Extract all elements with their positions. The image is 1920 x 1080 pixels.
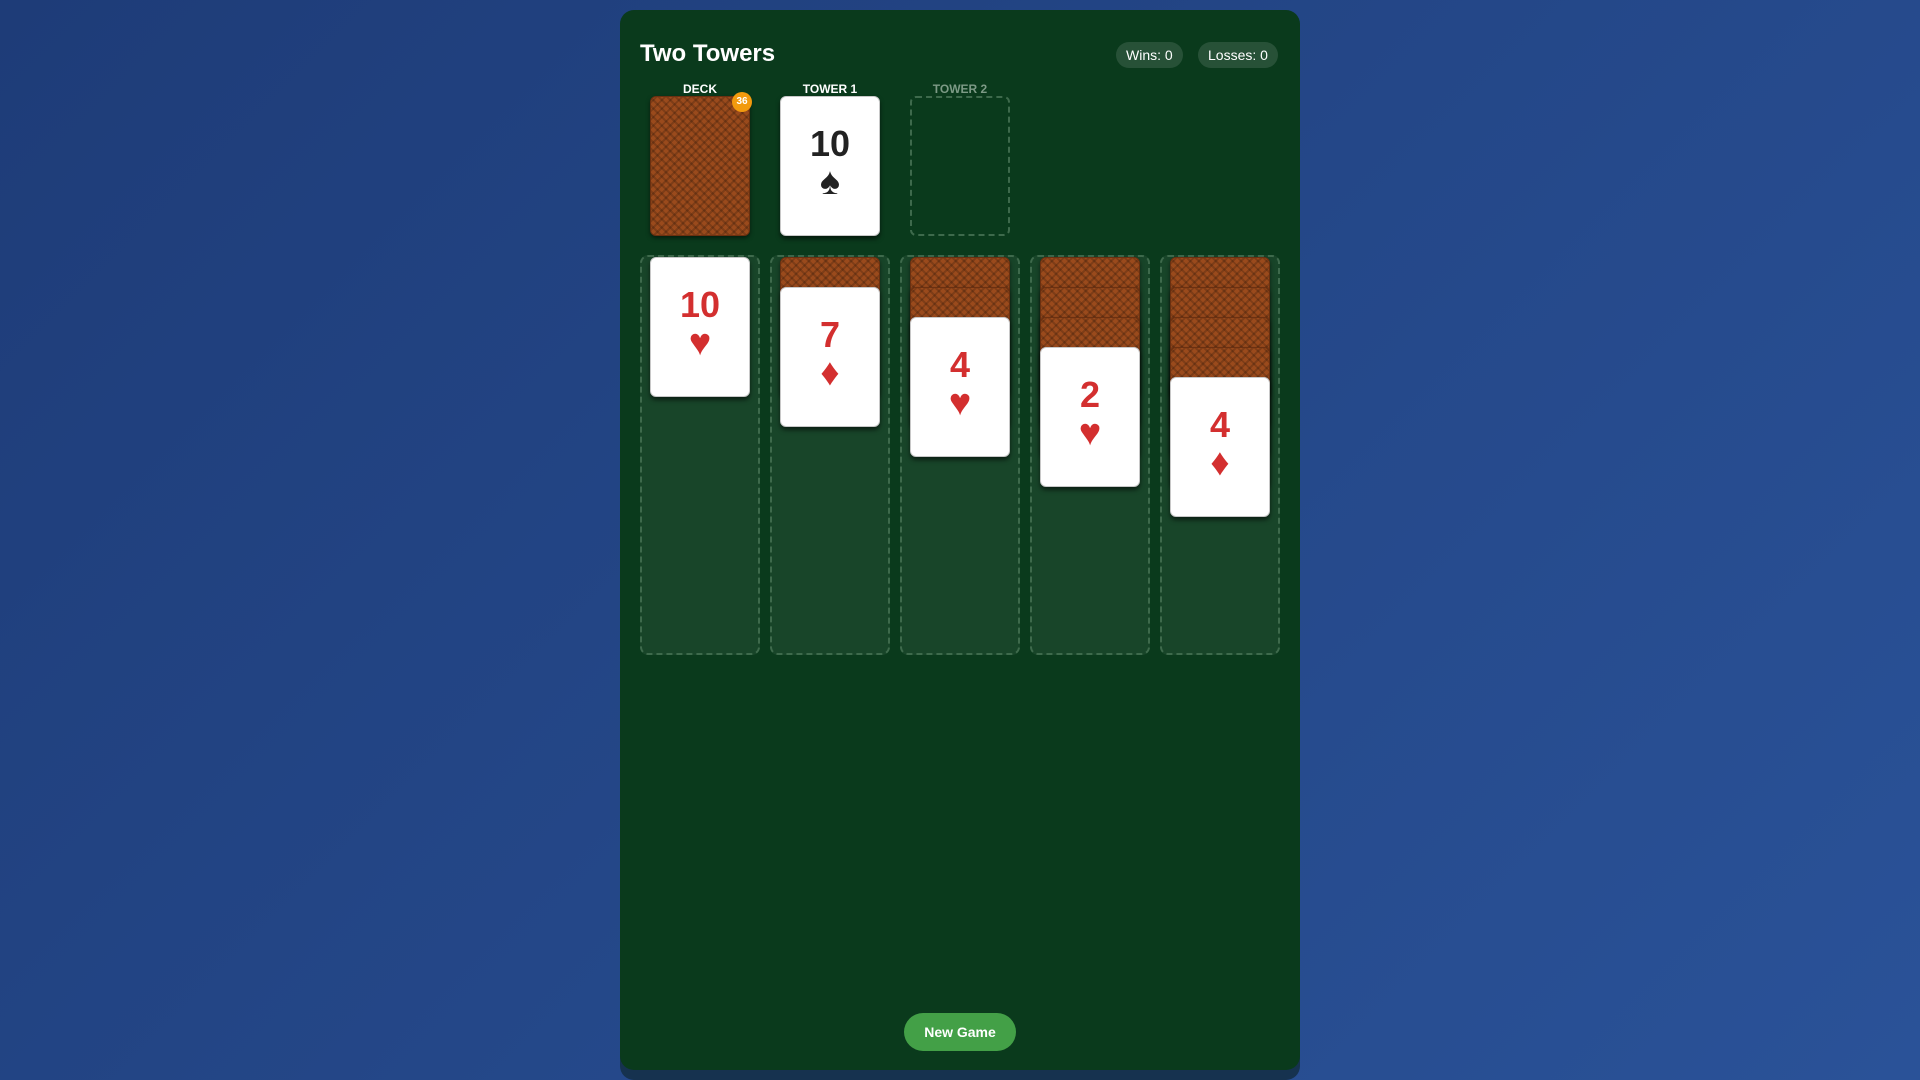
card-rank: 2 xyxy=(1079,374,1101,415)
new-game-button[interactable]: New Game xyxy=(904,1013,1016,1051)
diamond-icon: ♦ xyxy=(820,352,840,394)
spade-icon: ♠ xyxy=(819,161,841,203)
tableau-top-card[interactable]: 4 ♦ xyxy=(1170,377,1270,517)
game-title: Two Towers xyxy=(640,40,776,67)
card-rank: 4 xyxy=(949,344,971,385)
tableau-top-card[interactable]: 4 ♥ xyxy=(910,317,1010,457)
card-rank: 10 xyxy=(679,284,721,325)
diamond-icon: ♦ xyxy=(1210,442,1230,484)
heart-icon: ♥ xyxy=(688,322,712,364)
card-rank: 10 xyxy=(809,123,851,164)
deck-count-badge: 36 xyxy=(732,92,752,112)
tableau-top-card[interactable]: 10 ♥ xyxy=(650,257,750,397)
deck-pile[interactable] xyxy=(650,96,750,236)
tower-1-card[interactable]: 10 ♠ xyxy=(780,96,880,236)
card-rank: 4 xyxy=(1209,404,1231,445)
tower-2-slot[interactable] xyxy=(910,96,1010,236)
card-rank: 7 xyxy=(819,314,841,355)
heart-icon: ♥ xyxy=(948,382,972,424)
tableau-top-card[interactable]: 7 ♦ xyxy=(780,287,880,427)
tower-1-label: TOWER 1 xyxy=(802,82,858,96)
losses-counter: Losses: 0 xyxy=(1198,42,1278,68)
wins-counter: Wins: 0 xyxy=(1116,42,1183,68)
tableau-top-card[interactable]: 2 ♥ xyxy=(1040,347,1140,487)
tower-2-label: TOWER 2 xyxy=(932,82,988,96)
heart-icon: ♥ xyxy=(1078,412,1102,454)
game-board: Two Towers Wins: 0 Losses: 0 DECK TOWER … xyxy=(620,10,1300,1070)
